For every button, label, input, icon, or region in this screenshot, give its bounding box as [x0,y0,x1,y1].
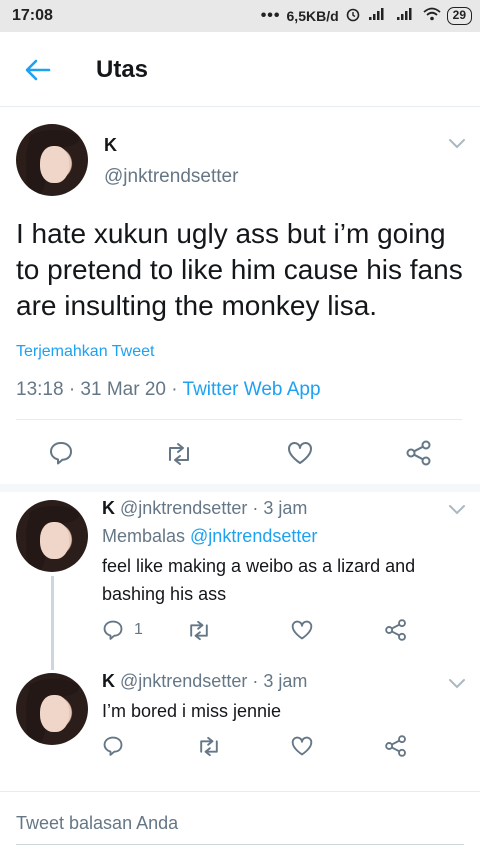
comment-icon [50,442,72,465]
page-title: Utas [96,56,149,83]
author-handle[interactable]: @jnktrendsetter [104,166,238,188]
section-divider [0,484,480,492]
battery-indicator: 29 [446,6,472,25]
avatar[interactable] [16,500,88,572]
share-button[interactable] [405,439,433,467]
translate-tweet-link[interactable]: Terjemahkan Tweet [16,343,154,361]
divider [16,419,462,420]
author-name[interactable]: K [102,498,115,518]
handle-and-time: @jnktrendsetter · 3 jam [115,671,308,691]
handle-and-time: @jnktrendsetter · 3 jam [115,498,308,518]
avatar[interactable] [16,124,88,196]
more-dots: ••• [260,6,281,24]
heart-icon [291,620,313,640]
retweet-icon [190,620,208,641]
retweet-button[interactable] [186,620,212,641]
share-icon [385,619,406,641]
replying-to: Membalas @jnktrendsetter [102,526,317,547]
author-name[interactable]: K [102,671,115,691]
replying-to-handle[interactable]: @jnktrendsetter [190,526,317,546]
signal-icon [367,7,389,24]
top-app-bar: Utas [0,32,480,107]
reply-text: feel like making a weibo as a lizard and… [102,556,416,604]
divider [16,844,464,845]
share-icon [385,735,406,757]
comment-icon [103,620,123,640]
reply-button[interactable]: 1 [102,619,143,641]
wifi-icon [423,7,441,24]
reply-button[interactable] [48,440,74,466]
reply-count: 1 [134,621,143,638]
retweet-icon [169,443,189,465]
divider [0,791,480,792]
reply-author-line: K @jnktrendsetter · 3 jam [102,671,307,692]
share-icon [406,440,431,466]
like-button[interactable] [290,735,314,757]
reply-compose-field[interactable]: Tweet balasan Anda [16,813,178,834]
like-button[interactable] [290,619,314,641]
chevron-down-icon[interactable] [448,138,466,150]
alarm-icon [345,6,361,25]
tweet-meta: 13:18 · 31 Mar 20 · Twitter Web App [16,379,321,401]
retweet-button[interactable] [164,442,194,466]
back-button[interactable] [20,52,56,88]
network-speed: 6,5KB/d [286,7,339,24]
comment-icon [103,736,123,756]
signal-icon-2 [395,7,417,24]
reply-button[interactable] [102,735,124,757]
retweet-button[interactable] [196,736,222,757]
retweet-icon [200,736,218,757]
heart-icon [291,736,313,756]
like-button[interactable] [286,440,314,466]
tweet-timestamp: 13:18 · 31 Mar 20 · [16,379,183,400]
tweet-text: I hate xukun ugly ass but i’m going to p… [16,218,463,321]
reply-text: I’m bored i miss jennie [102,701,282,721]
tweet-source-link[interactable]: Twitter Web App [183,379,321,400]
chevron-down-icon[interactable] [448,678,466,690]
chevron-down-icon[interactable] [448,504,466,516]
status-time: 17:08 [12,7,53,24]
arrow-left-icon [25,59,51,81]
status-icons: ••• 6,5KB/d 29 [261,6,472,25]
avatar[interactable] [16,673,88,745]
heart-icon [288,442,312,464]
thread-connector [51,576,54,670]
reply-author-line: K @jnktrendsetter · 3 jam [102,498,307,519]
replying-prefix: Membalas [102,526,191,546]
author-name[interactable]: K [104,135,117,156]
status-bar: 17:08 ••• 6,5KB/d 29 [0,0,480,32]
share-button[interactable] [384,618,408,642]
share-button[interactable] [384,734,408,758]
